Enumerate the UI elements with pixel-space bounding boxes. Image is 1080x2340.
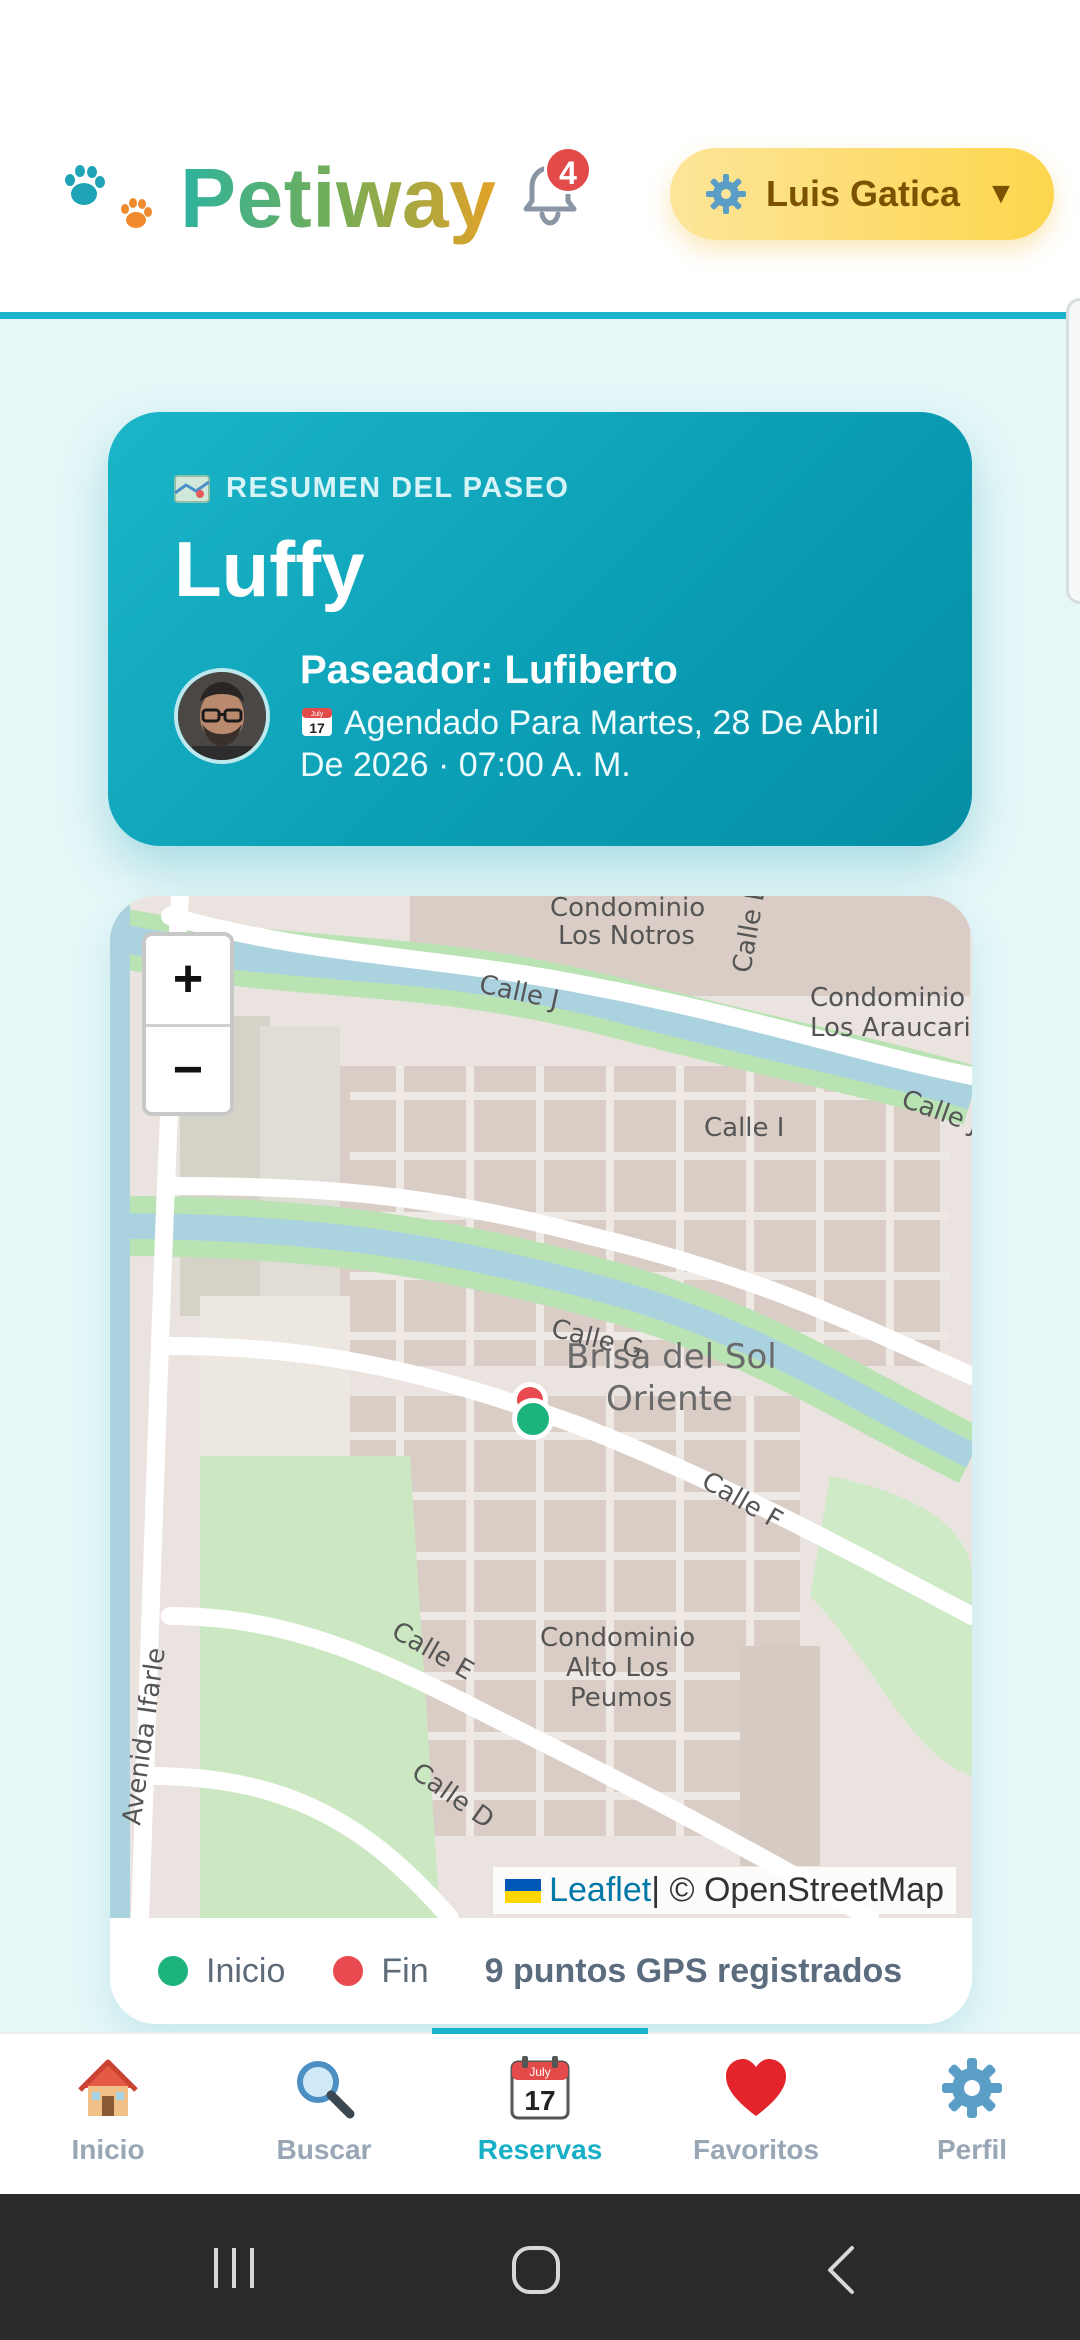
- summary-label-text: RESUMEN DEL PASEO: [226, 472, 570, 504]
- legend-end: Fin: [333, 1951, 429, 1991]
- walker-name: Paseador: Lufiberto: [300, 648, 678, 692]
- avatar: [174, 668, 270, 764]
- active-tab-indicator: [432, 2028, 648, 2034]
- end-dot: [333, 1955, 364, 1986]
- calendar-icon: July 17: [302, 708, 332, 736]
- side-panel-handle[interactable]: [1066, 298, 1080, 604]
- legend-start-label: Inicio: [206, 1951, 286, 1990]
- gps-points-count: 9 puntos GPS registrados: [484, 1951, 903, 1990]
- svg-text:Condominio: Condominio: [550, 896, 705, 923]
- nav-label-reservas: Reservas: [477, 2134, 603, 2165]
- heart-icon: [726, 2059, 786, 2116]
- home-icon[interactable]: [510, 2244, 562, 2296]
- start-dot: [158, 1955, 188, 1986]
- svg-text:17: 17: [524, 2085, 555, 2116]
- svg-text:Condominio: Condominio: [540, 1623, 695, 1653]
- svg-text:Oriente: Oriente: [606, 1379, 733, 1419]
- walk-summary-card: RESUMEN DEL PASEO Luffy Paseador: Lufibe…: [108, 412, 972, 846]
- svg-text:Calle I: Calle I: [704, 1113, 784, 1143]
- legend-start: Inicio: [158, 1952, 285, 1991]
- back-icon[interactable]: [822, 2244, 862, 2296]
- svg-text:July: July: [529, 2065, 550, 2079]
- gear-icon: [942, 2058, 1002, 2118]
- nav-item-buscar[interactable]: Buscar: [216, 2054, 432, 2166]
- house-icon: [78, 2059, 138, 2116]
- bottom-nav: Inicio Buscar July 17 Reservas Favoritos: [0, 2028, 1080, 2196]
- route-map[interactable]: Condominio Los Notros Condominio Los Ara…: [110, 896, 972, 1927]
- gear-icon: [706, 174, 746, 214]
- osm-attribution-text: | © OpenStreetMap: [651, 1871, 944, 1909]
- user-name: Luis Gatica: [766, 173, 961, 214]
- schedule-value: Agendado Para Martes, 28 De Abril De 202…: [300, 704, 879, 784]
- svg-text:July: July: [311, 711, 324, 718]
- system-navigation-bar: [0, 2194, 1080, 2340]
- svg-text:Alto Los: Alto Los: [566, 1653, 669, 1683]
- zoom-control: + −: [142, 932, 234, 1116]
- recent-apps-icon[interactable]: [210, 2244, 258, 2292]
- svg-text:Brisa del Sol: Brisa del Sol: [566, 1337, 777, 1377]
- route-map-card: Condominio Los Notros Condominio Los Ara…: [110, 896, 972, 2024]
- nav-item-perfil[interactable]: Perfil: [864, 2054, 1080, 2166]
- map-legend: Inicio Fin 9 puntos GPS registrados: [110, 1918, 972, 2024]
- pet-name: Luffy: [174, 525, 365, 613]
- nav-label-inicio: Inicio: [71, 2134, 145, 2165]
- paw-logo-icon: [65, 165, 152, 228]
- legend-end-label: Fin: [381, 1951, 429, 1990]
- nav-label-buscar: Buscar: [276, 2134, 372, 2165]
- zoom-in-button[interactable]: +: [146, 936, 230, 1027]
- app-logo-text[interactable]: Petiway: [180, 150, 496, 247]
- magnifier-icon: [297, 2061, 355, 2119]
- svg-text:Los Araucaria: Los Araucaria: [810, 1013, 972, 1043]
- nav-item-favoritos[interactable]: Favoritos: [648, 2054, 864, 2166]
- svg-text:Condominio: Condominio: [810, 983, 965, 1013]
- leaflet-link[interactable]: Leaflet: [549, 1871, 651, 1910]
- ukraine-flag-icon: [505, 1878, 542, 1903]
- svg-text:Los Notros: Los Notros: [558, 921, 695, 951]
- map-attribution: Leaflet | © OpenStreetMap: [493, 1867, 956, 1914]
- nav-item-reservas[interactable]: July 17 Reservas: [432, 2054, 648, 2166]
- summary-label: RESUMEN DEL PASEO: [174, 472, 569, 505]
- nav-label-perfil: Perfil: [936, 2134, 1008, 2165]
- map-icon: [174, 474, 210, 503]
- notification-badge: 4: [544, 146, 592, 194]
- chevron-down-icon: ▼: [986, 177, 1016, 210]
- zoom-out-button[interactable]: −: [146, 1027, 230, 1112]
- user-menu-button[interactable]: Luis Gatica ▼: [670, 148, 1054, 240]
- nav-item-inicio[interactable]: Inicio: [0, 2054, 216, 2166]
- svg-text:Peumos: Peumos: [570, 1683, 672, 1713]
- schedule-text: July 17 Agendado Para Martes, 28 De Abri…: [300, 702, 920, 786]
- calendar-icon: July 17: [510, 2056, 570, 2120]
- start-marker[interactable]: [512, 1398, 554, 1440]
- app-header: Petiway 4 Luis Gatica ▼: [0, 0, 1080, 319]
- svg-text:17: 17: [309, 720, 325, 736]
- nav-label-favoritos: Favoritos: [692, 2134, 820, 2165]
